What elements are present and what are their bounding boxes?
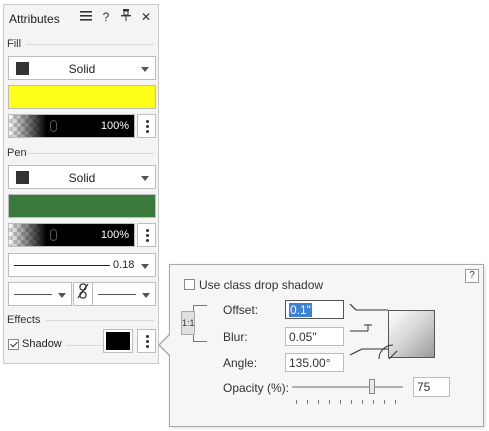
slider-tick [351, 400, 352, 404]
help-icon[interactable]: ? [465, 269, 479, 283]
use-class-shadow-label: Use class drop shadow [199, 278, 324, 292]
effects-section-label: Effects [7, 314, 41, 326]
offset-label: Offset: [223, 303, 259, 317]
chevron-down-icon [141, 264, 149, 269]
shadow-divider [66, 345, 104, 346]
shadow-color-swatch [106, 332, 130, 350]
effects-divider [46, 320, 154, 321]
pen-weight-dropdown[interactable]: 0.18 [8, 253, 156, 277]
opacity-slider-track[interactable] [292, 386, 403, 388]
offset-input[interactable]: 0.1" [285, 300, 344, 319]
more-dot [146, 239, 149, 242]
slider-tick [340, 400, 341, 404]
attributes-panel: Attributes ? ✕ Fill Solid 100% Pen Solid… [3, 4, 159, 364]
chevron-down-icon [141, 67, 149, 72]
pen-opacity-bar[interactable]: 100% [8, 223, 135, 247]
close-icon[interactable]: ✕ [138, 9, 154, 25]
blur-label: Blur: [223, 330, 248, 344]
menu-icon[interactable] [78, 9, 94, 25]
angle-arc-icon [378, 344, 398, 360]
pen-color-bar[interactable] [8, 194, 156, 218]
more-vertical-icon [146, 120, 149, 123]
fill-style-dropdown[interactable]: Solid [8, 56, 156, 80]
fill-style-label: Solid [68, 62, 96, 76]
more-dot [146, 125, 149, 128]
fill-opacity-bar[interactable]: 100% [8, 114, 135, 138]
more-dot [146, 345, 149, 348]
pen-divider [26, 153, 154, 154]
slider-tick [384, 400, 385, 404]
ratio-lock-button[interactable]: 1:1 [181, 311, 195, 335]
unlink-icon [77, 283, 89, 299]
angle-label: Angle: [223, 356, 258, 370]
chevron-down-icon [141, 176, 149, 181]
start-arrow-preview [14, 294, 52, 295]
fill-divider [26, 44, 154, 45]
line-weight-preview [14, 265, 110, 266]
pen-opacity-value: 100% [100, 229, 129, 241]
ratio-bracket-bottom [193, 341, 207, 342]
shadow-more-button[interactable] [137, 329, 156, 353]
link-arrows-button[interactable] [73, 282, 93, 306]
blur-input[interactable]: 0.05" [285, 327, 344, 346]
pen-style-label: Solid [68, 171, 96, 185]
shadow-label: Shadow [22, 338, 62, 350]
opacity-input[interactable]: 75 [413, 377, 450, 397]
pen-more-button[interactable] [137, 223, 156, 247]
use-class-shadow-checkbox[interactable] [184, 279, 195, 290]
angle-input[interactable]: 135.00° [285, 353, 344, 372]
more-dot [146, 130, 149, 133]
slider-tick [373, 400, 374, 404]
fill-section-label: Fill [7, 38, 22, 50]
slider-tick [362, 400, 363, 404]
link-icon [50, 229, 57, 241]
slider-tick [329, 400, 330, 404]
fill-color-bar[interactable] [8, 85, 156, 109]
chevron-down-icon [142, 293, 150, 298]
pen-weight-value: 0.18 [113, 259, 135, 271]
fill-opacity-value: 100% [100, 120, 129, 132]
end-arrow-preview [98, 294, 136, 295]
offset-value: 0.1" [289, 303, 312, 317]
more-vertical-icon [146, 335, 149, 338]
link-icon [50, 120, 57, 132]
opacity-label: Opacity (%): [223, 381, 290, 395]
pen-style-dropdown[interactable]: Solid [8, 165, 156, 189]
pen-section-label: Pen [7, 147, 27, 159]
more-vertical-icon [146, 229, 149, 232]
more-dot [146, 340, 149, 343]
panel-header: Attributes ? ✕ [4, 5, 158, 31]
help-icon[interactable]: ? [98, 9, 114, 25]
shadow-settings-popup: Use class drop shadow ? 1:1 Offset: 0.1"… [169, 264, 484, 427]
ratio-bracket-top [193, 305, 207, 306]
slider-tick [318, 400, 319, 404]
slider-tick [296, 400, 297, 404]
more-dot [146, 234, 149, 237]
chevron-down-icon [58, 293, 66, 298]
popup-pointer-fill [160, 335, 170, 355]
shadow-checkbox[interactable] [8, 339, 19, 350]
fill-more-button[interactable] [137, 114, 156, 138]
end-arrow-dropdown[interactable] [92, 282, 156, 306]
panel-title: Attributes [9, 12, 60, 26]
start-arrow-dropdown[interactable] [8, 282, 72, 306]
shadow-color-button[interactable] [103, 329, 133, 353]
opacity-slider-thumb[interactable] [369, 379, 375, 394]
pin-icon[interactable] [118, 9, 134, 25]
slider-tick [307, 400, 308, 404]
slider-tick [395, 400, 396, 404]
shadow-preview [378, 310, 435, 360]
